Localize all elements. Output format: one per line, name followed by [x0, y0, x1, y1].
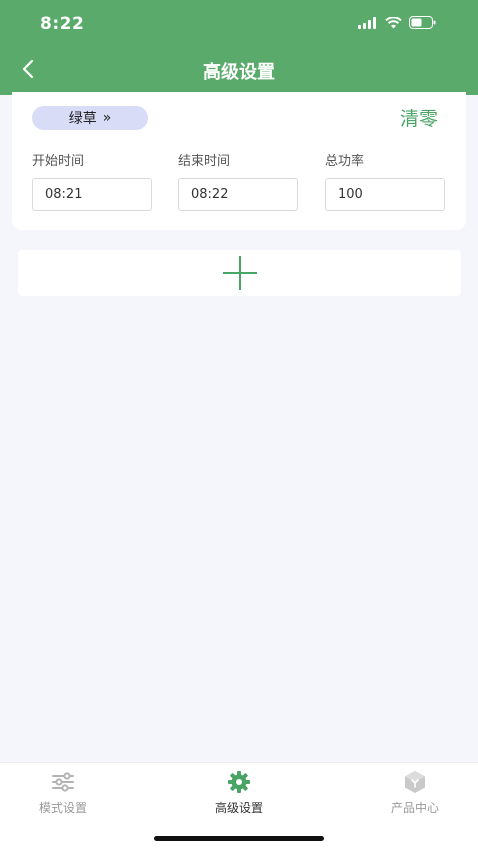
clear-button[interactable]: 清零 — [400, 104, 438, 131]
wifi-icon — [385, 16, 402, 28]
total-power-label: 总功率 — [325, 154, 365, 169]
plus-icon — [222, 256, 257, 290]
status-icons — [358, 16, 436, 29]
status-bar: 8:22 — [0, 0, 478, 48]
mode-tag-label: 绿草 — [68, 111, 97, 127]
start-time-label: 开始时间 — [32, 154, 85, 169]
tab-advanced-settings[interactable]: 高级设置 — [179, 769, 299, 819]
signal-icon — [358, 16, 376, 29]
double-chevron-right-icon: » — [102, 110, 112, 126]
cube-icon — [405, 771, 425, 793]
end-time-input[interactable]: 08:22 — [178, 178, 298, 211]
sliders-icon — [52, 772, 74, 792]
battery-icon — [409, 16, 436, 29]
status-time: 8:22 — [40, 14, 85, 34]
add-schedule-button[interactable] — [18, 250, 461, 296]
tab-product-center-label: 产品中心 — [390, 801, 439, 815]
home-indicator — [154, 836, 324, 841]
start-time-input[interactable]: 08:21 — [32, 178, 152, 211]
end-time-label: 结束时间 — [178, 154, 231, 169]
tab-product-center[interactable]: 产品中心 — [355, 769, 475, 819]
nav-bar: 高级设置 — [0, 48, 478, 93]
tab-mode-settings-label: 模式设置 — [38, 801, 87, 815]
gear-icon — [228, 771, 250, 793]
page-title: 高级设置 — [203, 62, 275, 83]
schedule-card: 绿草 » 清零 开始时间 结束时间 总功率 08:21 08:22 100 — [12, 92, 466, 230]
tab-advanced-settings-label: 高级设置 — [214, 801, 263, 815]
mode-tag[interactable]: 绿草 » — [32, 106, 148, 130]
header: 8:22 高级设置 — [0, 0, 478, 95]
total-power-input[interactable]: 100 — [325, 178, 445, 211]
tab-mode-settings[interactable]: 模式设置 — [3, 769, 123, 819]
